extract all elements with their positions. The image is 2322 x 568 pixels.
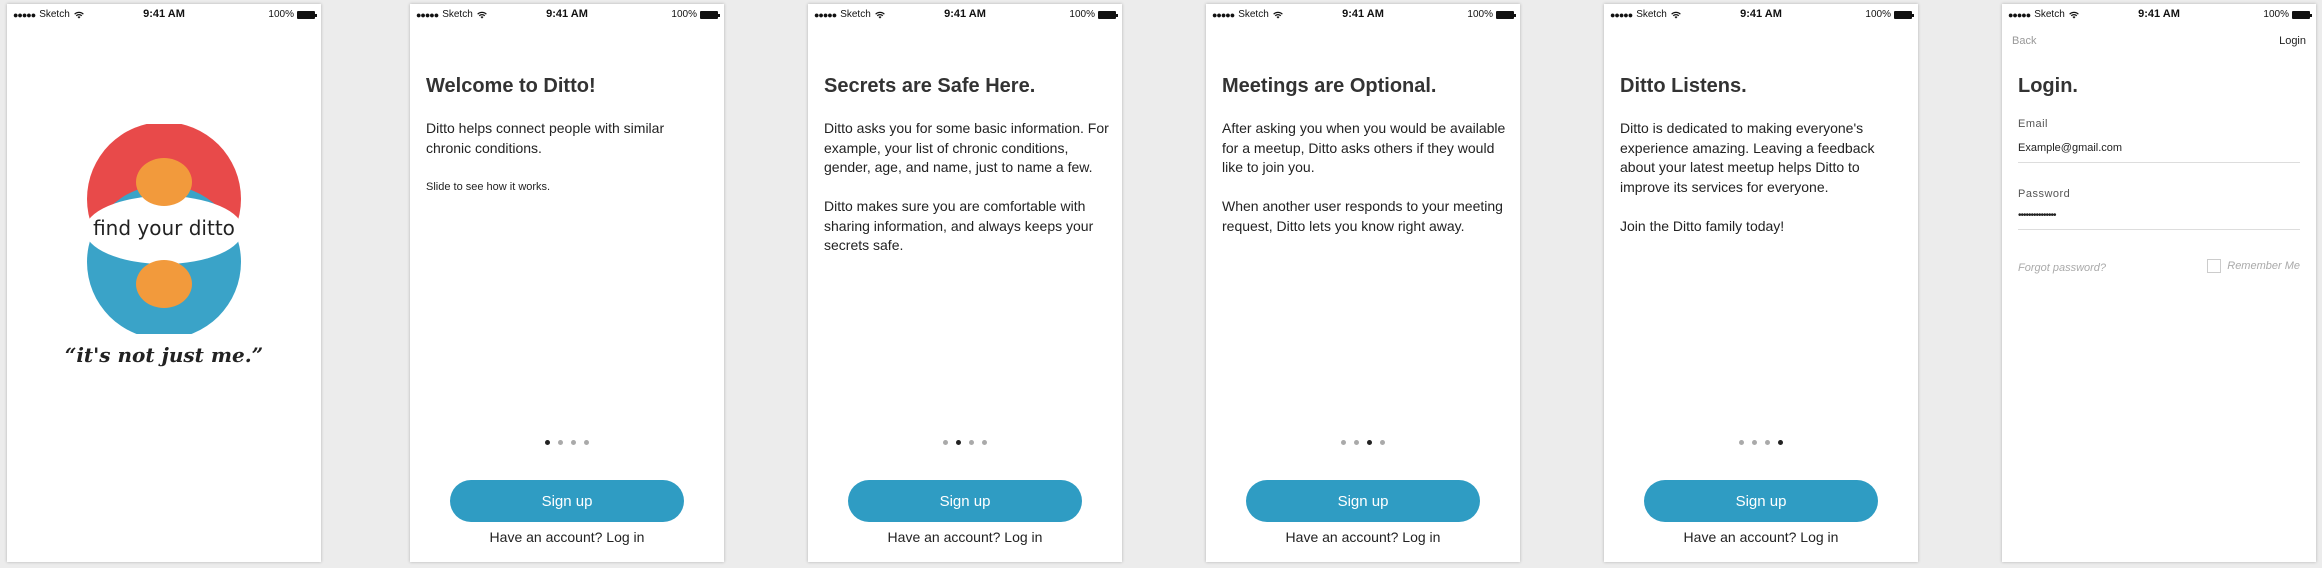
paragraph: Ditto is dedicated to making everyone's … [1620, 120, 1875, 195]
onboarding-screen-2: ●●●●● Sketch 9:41 AM 100% Secrets are Saf… [808, 4, 1122, 562]
account-text: Have an account? [1683, 529, 1797, 545]
remember-me-toggle[interactable]: Remember Me [2207, 259, 2300, 273]
battery-icon [1894, 10, 1914, 19]
sign-up-button[interactable]: Sign up [848, 480, 1082, 522]
tagline: “it's not just me.” [64, 343, 264, 367]
back-button[interactable]: Back [2012, 35, 2036, 47]
page-dot[interactable] [1341, 440, 1346, 445]
status-bar: ●●●●● Sketch 9:41 AM 100% [2002, 4, 2316, 24]
log-in-link[interactable]: Log in [1004, 529, 1042, 545]
splash-screen: ●●●●● Sketch 9:41 AM 100% find your ditto… [7, 4, 321, 562]
page-dot[interactable] [558, 440, 563, 445]
body-text: After asking you when you would be avail… [1222, 119, 1507, 256]
page-dot[interactable] [1765, 440, 1770, 445]
status-bar: ●●●●● Sketch 9:41 AM 100% [410, 4, 724, 24]
battery-icon [2292, 10, 2312, 19]
log-in-link[interactable]: Log in [1800, 529, 1838, 545]
forgot-password-link[interactable]: Forgot password? [2018, 262, 2106, 274]
swipe-hint: Slide to see how it works. [426, 180, 551, 193]
page-dot[interactable] [1778, 440, 1783, 445]
page-title: Welcome to Ditto! [426, 75, 596, 97]
body-text: Ditto helps connect people with similar … [426, 119, 711, 197]
page-dot[interactable] [956, 440, 961, 445]
page-dot[interactable] [1380, 440, 1385, 445]
logo-text: find your ditto [93, 216, 235, 240]
onboarding-screen-1: ●●●●● Sketch 9:41 AM 100% Welcome to Ditt… [410, 4, 724, 562]
battery-icon [700, 10, 720, 19]
onboarding-screen-3: ●●●●● Sketch 9:41 AM 100% Meetings are Op… [1206, 4, 1520, 562]
page-title: Meetings are Optional. [1222, 75, 1437, 97]
sign-up-button[interactable]: Sign up [1246, 480, 1480, 522]
page-indicator[interactable] [410, 440, 724, 445]
battery-icon [297, 10, 317, 19]
account-text: Have an account? [489, 529, 603, 545]
log-in-link[interactable]: Log in [1402, 529, 1440, 545]
battery-icon [1098, 10, 1118, 19]
ditto-logo: find your ditto [7, 122, 321, 339]
paragraph: Ditto helps connect people with similar … [426, 120, 665, 156]
page-dot[interactable] [584, 440, 589, 445]
account-prompt: Have an account? Log in [1604, 529, 1918, 545]
page-dot[interactable] [1367, 440, 1372, 445]
account-prompt: Have an account? Log in [808, 529, 1122, 545]
page-dot[interactable] [1354, 440, 1359, 445]
status-bar: ●●●●● Sketch 9:41 AM 100% [808, 4, 1122, 24]
remember-me-checkbox[interactable] [2207, 259, 2222, 273]
page-title: Ditto Listens. [1620, 75, 1747, 97]
password-label: Password [2018, 188, 2071, 200]
page-title: Login. [2018, 75, 2078, 97]
status-bar: ●●●●● Sketch 9:41 AM 100% [1206, 4, 1520, 24]
account-text: Have an account? [887, 529, 1001, 545]
page-indicator[interactable] [808, 440, 1122, 445]
remember-me-label: Remember Me [2227, 260, 2300, 272]
account-prompt: Have an account? Log in [1206, 529, 1520, 545]
paragraph: Ditto makes sure you are comfortable wit… [824, 198, 1094, 253]
battery-percent: 100% [268, 9, 294, 20]
page-dot[interactable] [943, 440, 948, 445]
nav-login-button[interactable]: Login [2279, 35, 2306, 47]
paragraph: Join the Ditto family today! [1620, 217, 1785, 234]
account-text: Have an account? [1285, 529, 1399, 545]
battery-percent: 100% [671, 9, 697, 20]
page-indicator[interactable] [1604, 440, 1918, 445]
email-label: Email [2018, 118, 2049, 130]
page-dot[interactable] [1752, 440, 1757, 445]
onboarding-screen-4: ●●●●● Sketch 9:41 AM 100% Ditto Listens. … [1604, 4, 1918, 562]
sign-up-button[interactable]: Sign up [450, 480, 684, 522]
page-indicator[interactable] [1206, 440, 1520, 445]
sign-up-button[interactable]: Sign up [1644, 480, 1878, 522]
page-title: Secrets are Safe Here. [824, 75, 1036, 97]
paragraph: Ditto asks you for some basic informatio… [824, 120, 1109, 175]
battery-icon [1496, 10, 1516, 19]
paragraph: When another user responds to your meeti… [1222, 198, 1503, 234]
status-bar: ●●●●● Sketch 9:41 AM 100% [1604, 4, 1918, 24]
page-dot[interactable] [1739, 440, 1744, 445]
paragraph: After asking you when you would be avail… [1222, 120, 1506, 175]
login-screen: ●●●●● Sketch 9:41 AM 100% Back Login Logi… [2002, 4, 2316, 562]
battery-percent: 100% [1069, 9, 1095, 20]
page-dot[interactable] [571, 440, 576, 445]
battery-percent: 100% [1865, 9, 1891, 20]
log-in-link[interactable]: Log in [606, 529, 644, 545]
body-text: Ditto asks you for some basic informatio… [824, 119, 1109, 275]
battery-percent: 100% [1467, 9, 1493, 20]
body-text: Ditto is dedicated to making everyone's … [1620, 119, 1905, 256]
email-field[interactable]: Example@gmail.com [2018, 142, 2300, 163]
password-field[interactable]: ••••••••••••••• [2018, 210, 2300, 230]
page-dot[interactable] [545, 440, 550, 445]
battery-percent: 100% [2263, 9, 2289, 20]
page-dot[interactable] [982, 440, 987, 445]
page-dot[interactable] [969, 440, 974, 445]
status-bar: ●●●●● Sketch 9:41 AM 100% [7, 4, 321, 24]
account-prompt: Have an account? Log in [410, 529, 724, 545]
